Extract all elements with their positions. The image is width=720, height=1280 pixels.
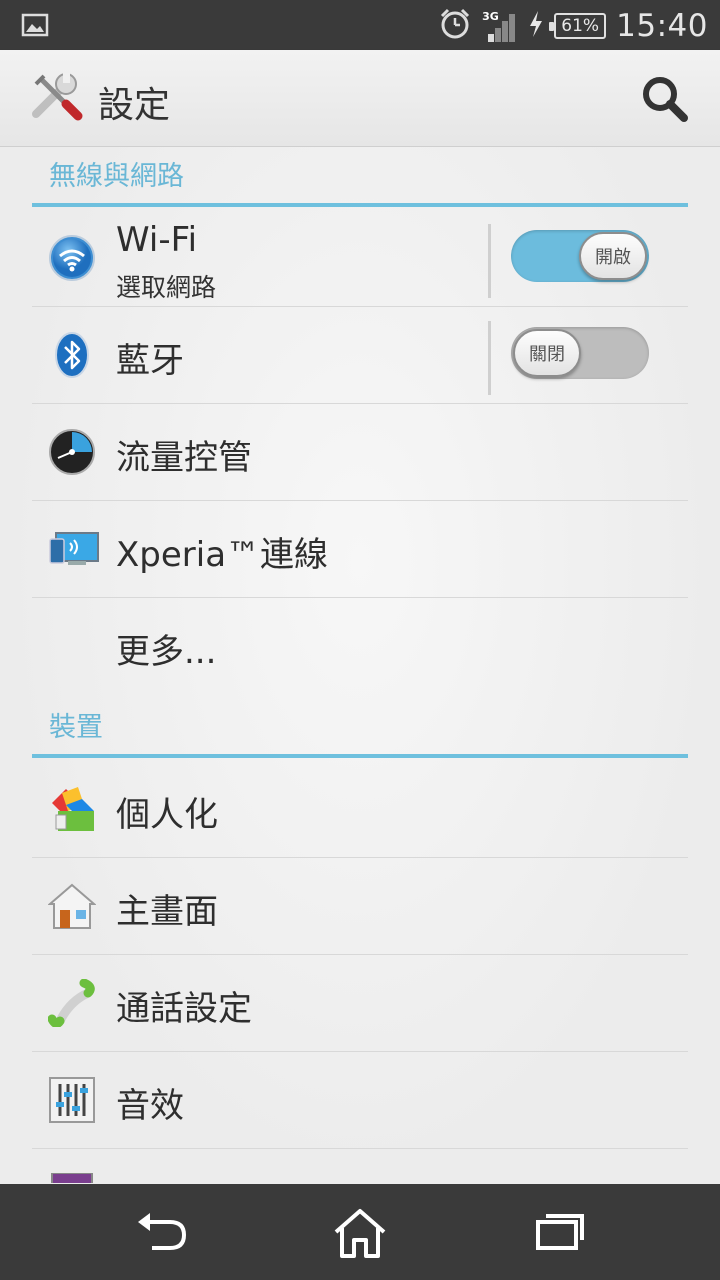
settings-item-wifi[interactable]: Wi-Fi 選取網路 開啟 (32, 210, 688, 307)
home-icon[interactable] (332, 1208, 388, 1258)
settings-item-label: 音效 (116, 1086, 184, 1126)
settings-item-label: 流量控管 (116, 438, 252, 478)
settings-list[interactable]: 無線與網路 Wi-Fi 選取網路 開啟 藍牙 關閉 流量控管 Xperia™連線… (0, 147, 720, 1183)
status-time: 15:40 (616, 8, 708, 44)
recents-icon[interactable] (532, 1208, 588, 1258)
section-title: 裝置 (49, 712, 103, 743)
search-icon[interactable] (640, 74, 690, 124)
settings-item-personalization[interactable]: 個人化 (32, 761, 688, 858)
page-title: 設定 (98, 85, 171, 126)
battery-level: 61% (561, 16, 600, 36)
settings-item-label: 個人化 (116, 795, 218, 835)
section-header-wireless: 無線與網路 (32, 147, 688, 207)
bluetooth-icon (48, 331, 96, 379)
wifi-toggle[interactable]: 開啟 (511, 230, 649, 282)
navigation-bar (0, 1184, 720, 1280)
status-bar: 3G 61% 15:40 (0, 0, 720, 50)
home-screen-icon (47, 882, 97, 930)
divider (488, 224, 491, 298)
back-icon[interactable] (134, 1208, 190, 1258)
settings-item-call-settings[interactable]: 通話設定 (32, 955, 688, 1052)
settings-item-label: 顯示 (116, 1175, 184, 1183)
personalization-icon (48, 785, 96, 833)
toggle-knob: 開啟 (579, 232, 647, 280)
wifi-icon (48, 234, 96, 282)
alarm-icon (438, 7, 472, 45)
divider (488, 321, 491, 395)
settings-item-data-usage[interactable]: 流量控管 (32, 404, 688, 501)
settings-item-display[interactable]: 顯示 (32, 1149, 688, 1183)
signal-icon: 3G (482, 10, 518, 42)
sound-equalizer-icon (48, 1076, 96, 1124)
settings-item-xperia-connectivity[interactable]: Xperia™連線 (32, 501, 688, 598)
settings-tools-icon[interactable] (28, 70, 84, 126)
phone-icon (47, 978, 96, 1029)
settings-item-label: 藍牙 (116, 341, 184, 381)
bluetooth-toggle[interactable]: 關閉 (511, 327, 649, 379)
settings-item-label: Wi-Fi (116, 220, 198, 260)
toggle-knob: 關閉 (513, 329, 581, 377)
settings-item-summary: 選取網路 (116, 273, 217, 302)
charging-icon (528, 10, 544, 42)
image-notification-icon (20, 10, 50, 44)
settings-item-home-screen[interactable]: 主畫面 (32, 858, 688, 955)
xperia-connectivity-icon (48, 525, 99, 573)
display-icon (48, 1172, 96, 1183)
section-title: 無線與網路 (49, 161, 184, 192)
section-header-device: 裝置 (32, 698, 688, 758)
battery-icon: 61% (549, 13, 607, 39)
settings-item-more[interactable]: 更多... (32, 598, 688, 695)
data-usage-icon (48, 428, 96, 476)
action-bar: 設定 (0, 50, 720, 147)
settings-item-bluetooth[interactable]: 藍牙 關閉 (32, 307, 688, 404)
settings-item-sound[interactable]: 音效 (32, 1052, 688, 1149)
settings-item-label: Xperia™連線 (116, 535, 329, 575)
settings-item-label: 主畫面 (116, 892, 218, 932)
settings-item-label: 通話設定 (116, 989, 252, 1029)
settings-item-label: 更多... (116, 632, 217, 672)
